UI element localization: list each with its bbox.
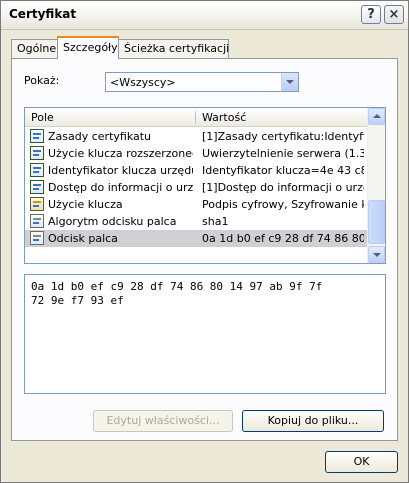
field-name: Identyfikator klucza urzędu: [48, 164, 193, 177]
column-header-value[interactable]: Wartość: [202, 111, 246, 124]
certificate-extension-icon: [30, 163, 44, 177]
certificate-extension-icon: [30, 180, 44, 194]
chevron-down-icon[interactable]: [281, 73, 298, 91]
list-item[interactable]: Zasady certyfikatu [1]Zasady certyfikatu…: [25, 128, 368, 145]
show-filter-label: Pokaż:: [24, 74, 60, 87]
field-value: Uwierzytelnienie serwera (1.3....: [202, 147, 364, 160]
show-filter-dropdown[interactable]: <Wszyscy>: [105, 72, 299, 92]
field-name: Zasady certyfikatu: [48, 130, 152, 143]
field-value: [1]Zasady certyfikatu:Identyfi...: [202, 130, 364, 143]
copy-to-file-button[interactable]: Kopiuj do pliku...: [242, 410, 384, 432]
list-item[interactable]: Użycie klucza rozszerzonego Uwierzytelni…: [25, 145, 368, 162]
list-item[interactable]: Użycie klucza Podpis cyfrowy, Szyfrowani…: [25, 196, 368, 213]
column-header-field[interactable]: Pole: [31, 111, 54, 124]
certificate-extension-icon: [30, 129, 44, 143]
close-button[interactable]: ×: [384, 5, 404, 24]
certificate-extension-icon: [30, 146, 44, 160]
field-name: Użycie klucza rozszerzonego: [48, 147, 193, 160]
list-item-selected[interactable]: Odcisk palca 0a 1d b0 ef c9 28 df 74 86 …: [25, 230, 368, 247]
thumbprint-value-text: 0a 1d b0 ef c9 28 df 74 86 80 14 97 ab 9…: [31, 280, 323, 307]
field-value: 0a 1d b0 ef c9 28 df 74 86 80 ...: [202, 232, 364, 245]
field-detail-textbox[interactable]: 0a 1d b0 ef c9 28 df 74 86 80 14 97 ab 9…: [24, 274, 386, 394]
property-icon: [30, 214, 44, 228]
field-name: Algorytm odcisku palca: [48, 215, 177, 228]
certificate-dialog: Certyfikat ? × Ogólne Szczegóły Ścieżka …: [0, 0, 409, 483]
field-name: Odcisk palca: [48, 232, 118, 245]
window-title: Certyfikat: [9, 7, 77, 21]
column-divider[interactable]: [195, 111, 196, 124]
list-item[interactable]: Dostęp do informacji o urzę... [1]Dostęp…: [25, 179, 368, 196]
critical-extension-icon: [30, 197, 44, 211]
field-value: Identyfikator klucza=4e 43 c8 ...: [202, 164, 364, 177]
tab-certification-path[interactable]: Ścieżka certyfikacji: [118, 39, 229, 58]
list-item[interactable]: Algorytm odcisku palca sha1: [25, 213, 368, 230]
vertical-scrollbar[interactable]: [367, 108, 385, 263]
list-header: Pole Wartość: [25, 108, 368, 127]
edit-properties-button[interactable]: Edytuj właściwości...: [93, 410, 233, 432]
scroll-thumb[interactable]: [368, 200, 385, 244]
field-value: Podpis cyfrowy, Szyfrowanie k...: [202, 198, 364, 211]
certificate-fields-list[interactable]: Pole Wartość Zasady certyfikatu [1]Zasad…: [24, 107, 386, 264]
field-name: Dostęp do informacji o urzę...: [48, 181, 193, 194]
field-name: Użycie klucza: [48, 198, 123, 211]
scroll-up-arrow-icon[interactable]: [368, 108, 385, 125]
tab-general[interactable]: Ogólne: [11, 39, 58, 58]
field-value: [1]Dostęp do informacji o urzę...: [202, 181, 364, 194]
field-value: sha1: [202, 215, 229, 228]
help-button[interactable]: ?: [361, 5, 381, 24]
show-filter-value: <Wszyscy>: [110, 76, 176, 89]
tab-details[interactable]: Szczegóły: [57, 36, 119, 59]
scroll-down-arrow-icon[interactable]: [368, 246, 385, 263]
title-bar[interactable]: Certyfikat ? ×: [1, 1, 408, 30]
list-item[interactable]: Identyfikator klucza urzędu Identyfikato…: [25, 162, 368, 179]
ok-button[interactable]: OK: [325, 451, 398, 473]
property-icon: [30, 231, 44, 245]
